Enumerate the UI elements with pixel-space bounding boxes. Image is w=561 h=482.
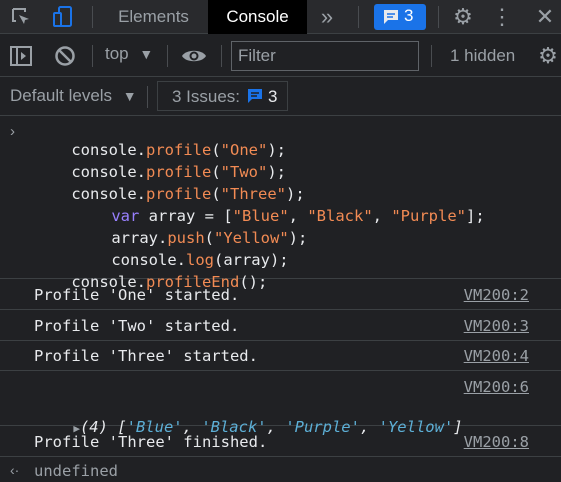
- separator: [147, 86, 148, 108]
- separator: [92, 45, 93, 67]
- dropdown-arrow-icon: ▼: [122, 88, 137, 104]
- issues-count: 3: [268, 87, 278, 106]
- prompt-chevron-icon: ›: [10, 123, 15, 140]
- more-tabs-button[interactable]: »: [310, 0, 344, 34]
- console-settings-gear-icon[interactable]: ⚙: [535, 43, 561, 69]
- source-link[interactable]: VM200:2: [464, 286, 529, 304]
- console-array-message: VM200:6 ▶(4) ['Blue', 'Black', 'Purple',…: [0, 372, 561, 436]
- more-options-icon[interactable]: ⋮: [491, 4, 513, 29]
- live-expression-eye-icon[interactable]: [180, 44, 208, 68]
- tab-elements[interactable]: Elements: [103, 0, 204, 34]
- source-link[interactable]: VM200:4: [464, 347, 529, 365]
- inspect-element-icon[interactable]: [8, 5, 34, 29]
- result-arrow-icon: ‹·: [10, 462, 20, 478]
- dropdown-arrow-icon: ▼: [139, 46, 154, 62]
- hidden-count: 1 hidden: [450, 46, 516, 65]
- separator: [431, 45, 432, 67]
- message-count: 3: [404, 6, 414, 25]
- source-link[interactable]: VM200:6: [464, 378, 529, 396]
- separator: [167, 45, 168, 67]
- message-text: Profile 'Three' started.: [34, 347, 258, 365]
- console-input-echo: › console.profile("One"); console.profil…: [0, 117, 561, 291]
- clear-console-icon[interactable]: [52, 44, 78, 68]
- console-toolbar: top ▼ 1 hidden ⚙: [0, 35, 561, 77]
- separator: [92, 6, 93, 28]
- separator: [438, 6, 439, 28]
- context-selector[interactable]: top ▼: [105, 44, 153, 68]
- console-result: ‹· undefined: [0, 458, 561, 482]
- message-text: Profile 'One' started.: [34, 286, 240, 304]
- settings-gear-icon[interactable]: ⚙: [450, 4, 476, 29]
- default-levels-label: Default levels: [10, 86, 113, 105]
- message-text: Profile 'Three' finished.: [34, 433, 268, 451]
- devtools-tab-bar: Elements Console » 3 ⚙ ⋮ ✕: [0, 0, 561, 34]
- tab-console[interactable]: Console: [208, 0, 307, 34]
- filter-input[interactable]: [231, 41, 419, 71]
- messages-badge[interactable]: 3: [374, 4, 426, 30]
- default-levels-dropdown[interactable]: Default levels ▼: [10, 86, 137, 106]
- close-icon[interactable]: ✕: [533, 4, 557, 29]
- device-toolbar-icon[interactable]: [50, 4, 76, 30]
- issues-message-icon: [246, 87, 264, 105]
- result-value: undefined: [34, 462, 118, 480]
- levels-bar: Default levels ▼ 3 Issues: 3: [0, 78, 561, 116]
- console-message: Profile 'Three' finished. VM200:8: [0, 427, 561, 457]
- console-message: Profile 'Three' started. VM200:4: [0, 341, 561, 371]
- message-text: Profile 'Two' started.: [34, 317, 240, 335]
- issues-button[interactable]: 3 Issues: 3: [157, 81, 288, 111]
- source-link[interactable]: VM200:3: [464, 317, 529, 335]
- source-link[interactable]: VM200:8: [464, 433, 529, 451]
- separator: [358, 6, 359, 28]
- issues-label: 3 Issues:: [172, 87, 241, 106]
- message-icon: [382, 8, 400, 26]
- separator: [221, 45, 222, 67]
- console-message: Profile 'Two' started. VM200:3: [0, 311, 561, 341]
- show-sidebar-icon[interactable]: [8, 44, 34, 68]
- context-label: top: [105, 44, 129, 63]
- console-message: Profile 'One' started. VM200:2: [0, 280, 561, 310]
